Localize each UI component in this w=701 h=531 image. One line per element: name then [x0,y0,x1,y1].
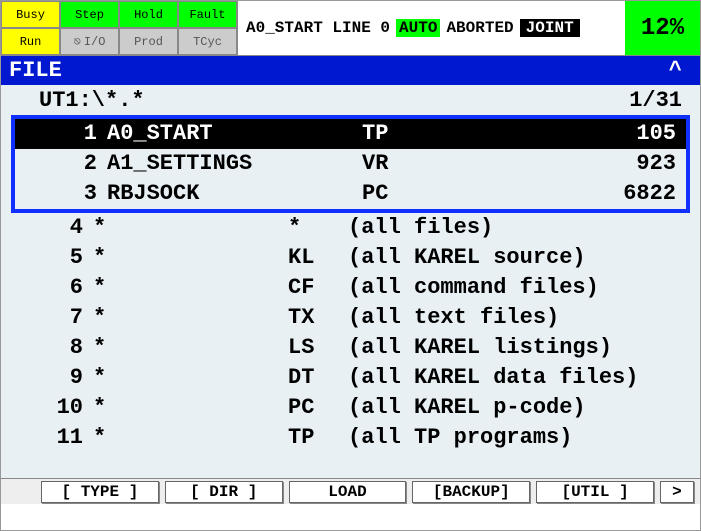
filter-ext: DT [288,363,348,393]
softkey-type[interactable]: [ TYPE ] [41,481,159,503]
filter-name: * [93,303,288,333]
filter-desc: (all KAREL source) [348,243,690,273]
filter-index: 4 [1,213,93,243]
status-tcyc: TCyc [178,28,237,55]
file-row[interactable]: 2A1_SETTINGS VR923 [15,149,686,179]
filter-name: * [93,243,288,273]
file-index: 3 [15,179,107,209]
status-fault: Fault [178,1,237,28]
file-row[interactable]: 1A0_START TP105 [15,119,686,149]
filter-desc: (all TP programs) [348,423,690,453]
filter-row[interactable]: 7*TX(all text files) [1,303,700,333]
filter-index: 9 [1,363,93,393]
filter-desc: (all files) [348,213,690,243]
filter-list[interactable]: 4** (all files)5*KL(all KAREL source)6*C… [1,213,700,453]
file-name: A1_SETTINGS [107,149,302,179]
status-hold: Hold [119,1,178,28]
file-list[interactable]: 1A0_START TP105 2A1_SETTINGS VR923 3RBJSOCK P… [15,119,686,209]
filter-ext: KL [288,243,348,273]
file-group-highlight: 1A0_START TP105 2A1_SETTINGS VR923 3RBJSOCK P… [11,115,690,213]
filter-index: 6 [1,273,93,303]
file-ext [302,119,362,149]
status-prod: Prod [119,28,178,55]
file-type: PC [362,179,576,209]
filter-desc: (all KAREL listings) [348,333,690,363]
status-io-label: I/O [84,35,106,49]
filter-desc: (all KAREL p-code) [348,393,690,423]
file-ext [302,149,362,179]
filter-row[interactable]: 11*TP(all TP programs) [1,423,700,453]
program-mode-auto: AUTO [396,19,440,37]
filter-ext: TP [288,423,348,453]
filter-name: * [93,333,288,363]
filter-name: * [93,393,288,423]
status-busy: Busy [1,1,60,28]
program-motion-joint: JOINT [520,19,580,37]
softkey-dir[interactable]: [ DIR ] [165,481,283,503]
program-status-bar: A0_START LINE 0 AUTO ABORTED JOINT [238,1,625,55]
path-line: UT1:\*.* 1/31 [1,87,700,115]
filter-ext: TX [288,303,348,333]
filter-row[interactable]: 9*DT(all KAREL data files) [1,363,700,393]
filter-index: 11 [1,423,93,453]
filter-index: 5 [1,243,93,273]
file-ext [302,179,362,209]
speed-override: 12% [625,1,700,55]
filter-index: 8 [1,333,93,363]
filter-ext: * [288,213,348,243]
filter-row[interactable]: 4** (all files) [1,213,700,243]
filter-row[interactable]: 6*CF(all command files) [1,273,700,303]
softkey-bar: [ TYPE ] [ DIR ] LOAD [BACKUP] [UTIL ] > [1,478,700,504]
file-area: UT1:\*.* 1/31 1A0_STARTTP1052A1_SETTINGS… [1,85,700,478]
screen-title-bar: FILE ^ [1,56,700,85]
top-bar: Busy Step Hold Fault Run ⎋ I/O Prod TCyc… [1,1,700,56]
file-type: TP [362,119,576,149]
status-grid: Busy Step Hold Fault Run ⎋ I/O Prod TCyc [1,1,238,55]
filter-index: 10 [1,393,93,423]
file-size: 923 [576,149,676,179]
program-name-line: A0_START LINE 0 [246,19,390,37]
filter-desc: (all KAREL data files) [348,363,690,393]
file-name: A0_START [107,119,302,149]
filter-row[interactable]: 8*LS(all KAREL listings) [1,333,700,363]
filter-name: * [93,423,288,453]
file-name: RBJSOCK [107,179,302,209]
filter-index: 7 [1,303,93,333]
softkey-next[interactable]: > [660,481,694,503]
filter-desc: (all text files) [348,303,690,333]
program-state: ABORTED [446,19,513,37]
softkey-load[interactable]: LOAD [289,481,407,503]
softkey-util[interactable]: [UTIL ] [536,481,654,503]
caret-up-icon[interactable]: ^ [669,58,692,83]
softkey-backup[interactable]: [BACKUP] [412,481,530,503]
status-io: ⎋ I/O [60,28,119,55]
file-type: VR [362,149,576,179]
device-path: UT1:\*.* [39,87,145,115]
filter-ext: PC [288,393,348,423]
filter-name: * [93,273,288,303]
file-row[interactable]: 3RBJSOCK PC6822 [15,179,686,209]
filter-desc: (all command files) [348,273,690,303]
filter-row[interactable]: 10*PC(all KAREL p-code) [1,393,700,423]
file-size: 6822 [576,179,676,209]
file-size: 105 [576,119,676,149]
status-step: Step [60,1,119,28]
filter-ext: LS [288,333,348,363]
filter-row[interactable]: 5*KL(all KAREL source) [1,243,700,273]
list-counter: 1/31 [629,87,682,115]
filter-name: * [93,363,288,393]
file-index: 2 [15,149,107,179]
filter-name: * [93,213,288,243]
io-icon: ⎋ [74,34,81,49]
status-run: Run [1,28,60,55]
file-index: 1 [15,119,107,149]
filter-ext: CF [288,273,348,303]
screen-title: FILE [9,58,62,83]
